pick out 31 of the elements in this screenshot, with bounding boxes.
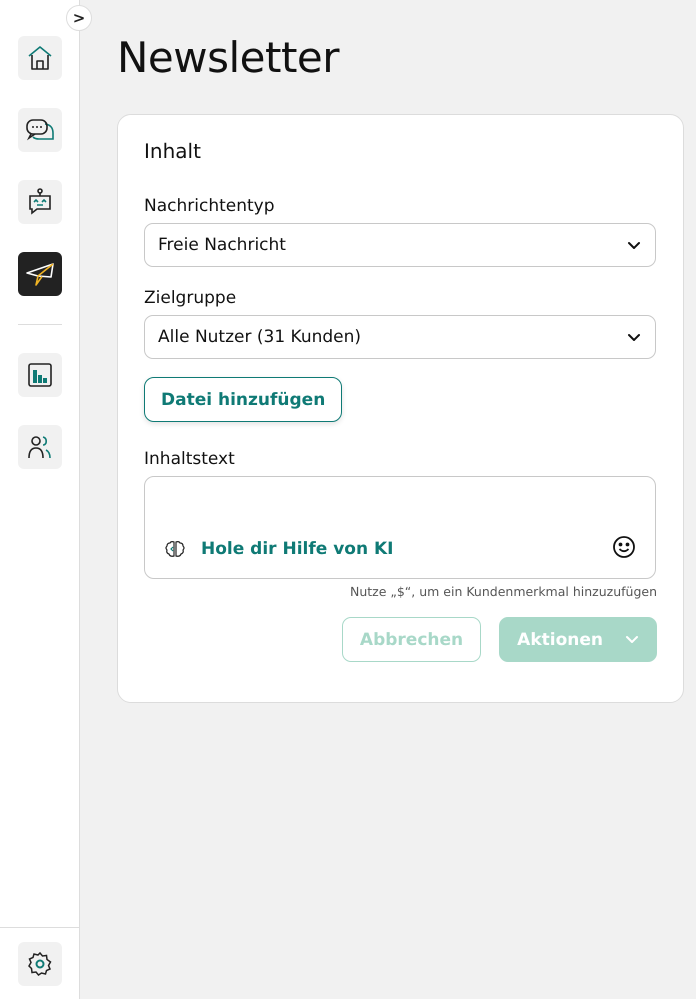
paper-plane-icon (24, 261, 54, 287)
add-file-button[interactable]: Datei hinzufügen (144, 377, 342, 422)
caret-icon (627, 332, 641, 342)
field-label: Nachrichtentyp (144, 195, 276, 217)
page-title: Newsletter (117, 32, 340, 84)
emoji-icon[interactable] (612, 535, 636, 559)
text-area[interactable]: Hole dir Hilfe von KI (144, 476, 656, 579)
caret-icon (625, 635, 639, 644)
settings-icon (26, 951, 52, 977)
field-label: Inhaltstext (144, 448, 236, 470)
select-field[interactable]: Freie Nachricht (144, 223, 656, 267)
ai-help-link[interactable]: Hole dir Hilfe von KI (201, 539, 394, 559)
hint-text: Nutze „$“, um ein Kundenmerkmal hinzuzufügen (348, 584, 657, 599)
brain-icon (165, 540, 185, 558)
nav-button[interactable] (18, 108, 62, 152)
sidebar-toggle[interactable]: > (66, 5, 92, 31)
chat-bubble-icon (24, 117, 54, 143)
home-icon (26, 45, 52, 71)
caret-icon (627, 240, 641, 250)
section-heading: Inhalt (144, 138, 202, 165)
nav-button[interactable] (18, 353, 62, 397)
bar-chart-icon (26, 362, 52, 388)
select-field[interactable]: Alle Nutzer (31 Kunden) (144, 315, 656, 359)
field-label: Zielgruppe (144, 287, 238, 309)
nav-button[interactable] (18, 425, 62, 469)
nav-button[interactable] (18, 252, 62, 296)
nav-button[interactable] (18, 180, 62, 224)
robot-icon (26, 188, 52, 216)
users-icon (26, 434, 52, 460)
nav-button[interactable] (18, 36, 62, 80)
nav-button[interactable] (18, 942, 62, 986)
